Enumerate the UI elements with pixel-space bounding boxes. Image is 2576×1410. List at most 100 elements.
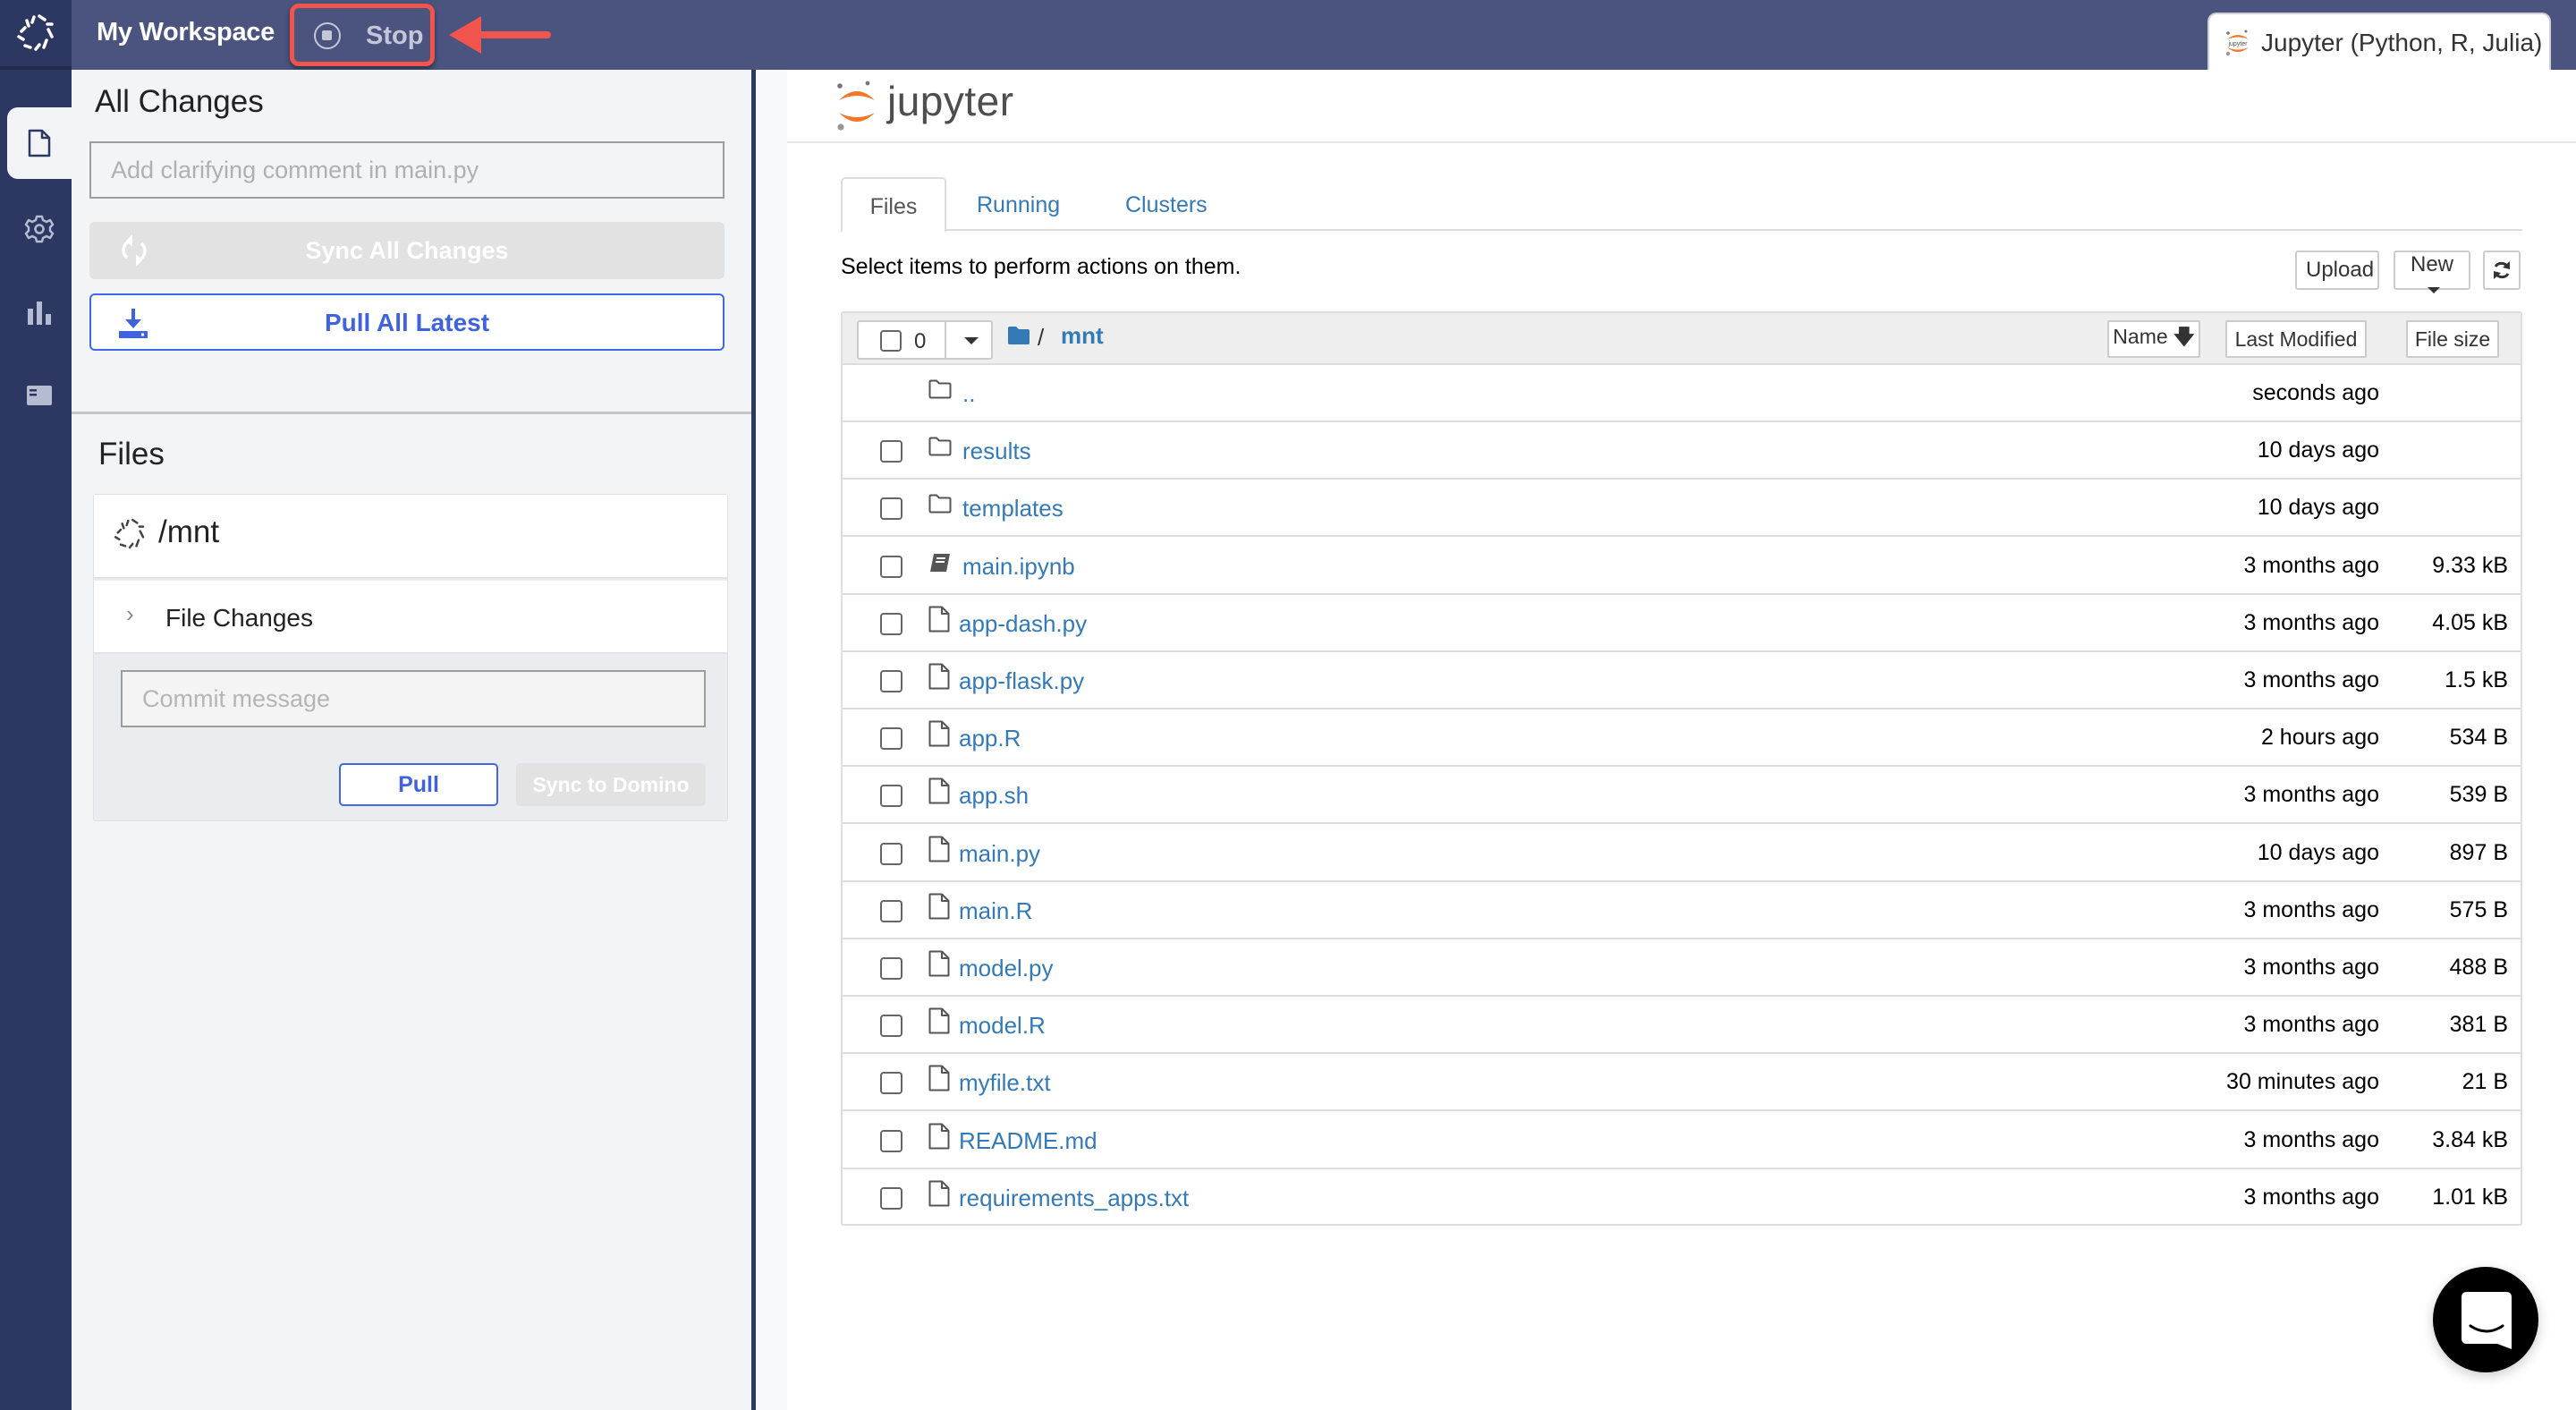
- file-size: 1.01 kB: [2432, 1184, 2508, 1210]
- file-size: 21 B: [2462, 1069, 2508, 1095]
- select-all-checkbox[interactable]: [880, 330, 902, 352]
- comment-input[interactable]: [89, 141, 724, 199]
- tab-running[interactable]: Running: [977, 177, 1060, 231]
- repo-header: /mnt: [94, 495, 727, 579]
- file-row[interactable]: main.py 10 days ago 897 B: [843, 825, 2521, 882]
- chat-icon: [2462, 1292, 2512, 1349]
- file-name-link[interactable]: templates: [962, 495, 1063, 522]
- chevron-right-icon: ›: [126, 600, 134, 627]
- file-name-link[interactable]: ..: [962, 380, 975, 408]
- file-size: 9.33 kB: [2432, 552, 2508, 578]
- file-name-link[interactable]: model.R: [959, 1012, 1046, 1040]
- file-name-link[interactable]: model.py: [959, 955, 1054, 982]
- sort-by-name-button[interactable]: Name 🡇: [2107, 320, 2200, 358]
- file-size: 4.05 kB: [2432, 609, 2508, 635]
- refresh-button[interactable]: [2483, 251, 2521, 290]
- row-checkbox[interactable]: [880, 1072, 902, 1095]
- file-name-link[interactable]: app-dash.py: [959, 610, 1087, 638]
- row-checkbox[interactable]: [880, 555, 902, 578]
- file-row[interactable]: requirements_apps.txt 3 months ago 1.01 kB: [843, 1169, 2521, 1227]
- rail-item-metrics[interactable]: [7, 277, 72, 349]
- file-name-link[interactable]: results: [962, 437, 1031, 465]
- folder-icon: [928, 494, 952, 521]
- file-size: 534 B: [2449, 725, 2508, 751]
- file-row[interactable]: model.R 3 months ago 381 B: [843, 997, 2521, 1055]
- row-checkbox[interactable]: [880, 899, 902, 922]
- row-checkbox[interactable]: [880, 1186, 902, 1210]
- jupyter-logo-icon[interactable]: [834, 79, 880, 134]
- file-name-link[interactable]: main.py: [959, 840, 1040, 868]
- file-row[interactable]: model.py 3 months ago 488 B: [843, 939, 2521, 997]
- file-changes-toggle[interactable]: › File Changes: [94, 581, 727, 654]
- pull-all-latest-button[interactable]: Pull All Latest: [89, 293, 724, 351]
- rail-item-files[interactable]: [7, 107, 72, 179]
- file-name-link[interactable]: main.ipynb: [962, 553, 1075, 581]
- last-modified: 3 months ago: [2243, 1126, 2380, 1152]
- file-name-link[interactable]: requirements_apps.txt: [959, 1185, 1189, 1212]
- file-name-link[interactable]: app.R: [959, 725, 1021, 752]
- commit-message-input[interactable]: [121, 670, 706, 727]
- tab-files[interactable]: Files: [841, 177, 946, 233]
- tab-clusters[interactable]: Clusters: [1125, 177, 1208, 231]
- file-name-link[interactable]: app.sh: [959, 782, 1029, 810]
- file-row[interactable]: main.R 3 months ago 575 B: [843, 882, 2521, 939]
- file-icon: [928, 777, 952, 804]
- row-checkbox[interactable]: [880, 670, 902, 692]
- row-checkbox[interactable]: [880, 957, 902, 980]
- pull-button[interactable]: Pull: [339, 763, 498, 806]
- new-label: New: [2410, 252, 2453, 276]
- file-row[interactable]: main.ipynb 3 months ago 9.33 kB: [843, 538, 2521, 595]
- file-row[interactable]: myfile.txt 30 minutes ago 21 B: [843, 1054, 2521, 1112]
- sort-by-size-button[interactable]: File size: [2406, 320, 2499, 358]
- file-icon: [928, 1180, 952, 1207]
- row-checkbox[interactable]: [880, 612, 902, 635]
- sync-to-domino-button[interactable]: Sync to Domino: [516, 763, 706, 806]
- row-checkbox[interactable]: [880, 1015, 902, 1038]
- row-checkbox[interactable]: [880, 497, 902, 521]
- file-row[interactable]: app.R 2 hours ago 534 B: [843, 709, 2521, 768]
- last-modified: 3 months ago: [2243, 782, 2380, 808]
- file-icon: [928, 950, 952, 977]
- breadcrumb-mnt[interactable]: mnt: [1061, 322, 1104, 350]
- app-tab-jupyter[interactable]: jupyter Jupyter (Python, R, Julia): [2207, 13, 2551, 70]
- file-row[interactable]: app-flask.py 3 months ago 1.5 kB: [843, 652, 2521, 709]
- jupyter-logo-text: jupyter: [887, 78, 1014, 124]
- file-name-link[interactable]: app-flask.py: [959, 667, 1084, 695]
- last-modified: 10 days ago: [2257, 495, 2379, 521]
- file-row[interactable]: app-dash.py 3 months ago 4.05 kB: [843, 595, 2521, 652]
- last-modified: 3 months ago: [2243, 955, 2380, 980]
- row-checkbox[interactable]: [880, 1129, 902, 1152]
- folder-solid-icon[interactable]: [1007, 326, 1030, 345]
- row-checkbox[interactable]: [880, 842, 902, 865]
- row-checkbox[interactable]: [880, 440, 902, 463]
- new-dropdown-button[interactable]: New: [2394, 251, 2470, 294]
- domino-logo[interactable]: [0, 0, 72, 70]
- repo-logo-icon: [114, 518, 145, 549]
- sync-all-changes-button[interactable]: Sync All Changes: [89, 222, 724, 279]
- select-dropdown-button[interactable]: [945, 322, 993, 358]
- file-row[interactable]: README.md 3 months ago 3.84 kB: [843, 1112, 2521, 1169]
- file-name-link[interactable]: main.R: [959, 897, 1032, 925]
- stop-icon: [314, 22, 341, 49]
- file-name-link[interactable]: myfile.txt: [959, 1069, 1051, 1097]
- upload-button[interactable]: Upload: [2295, 251, 2379, 290]
- file-icon: [928, 1007, 952, 1034]
- repo-path: /mnt: [158, 514, 220, 549]
- file-row[interactable]: app.sh 3 months ago 539 B: [843, 767, 2521, 825]
- rail-item-settings[interactable]: [7, 193, 72, 265]
- stop-workspace-button[interactable]: Stop: [290, 4, 435, 66]
- file-name-link[interactable]: README.md: [959, 1127, 1097, 1155]
- sync-panel: All Changes Sync All Changes Pull All La…: [72, 70, 751, 1410]
- sort-name-label: Name: [2113, 325, 2168, 348]
- file-row[interactable]: templates 10 days ago: [843, 480, 2521, 538]
- file-icon: [928, 836, 952, 862]
- chat-launcher-button[interactable]: [2433, 1267, 2538, 1372]
- file-row[interactable]: .. seconds ago: [843, 365, 2521, 422]
- notebook-icon: [928, 552, 952, 579]
- sort-by-modified-button[interactable]: Last Modified: [2225, 320, 2367, 358]
- row-checkbox[interactable]: [880, 785, 902, 808]
- rail-item-details[interactable]: [7, 360, 72, 431]
- row-checkbox[interactable]: [880, 727, 902, 751]
- file-size: 575 B: [2449, 896, 2508, 922]
- file-row[interactable]: results 10 days ago: [843, 422, 2521, 480]
